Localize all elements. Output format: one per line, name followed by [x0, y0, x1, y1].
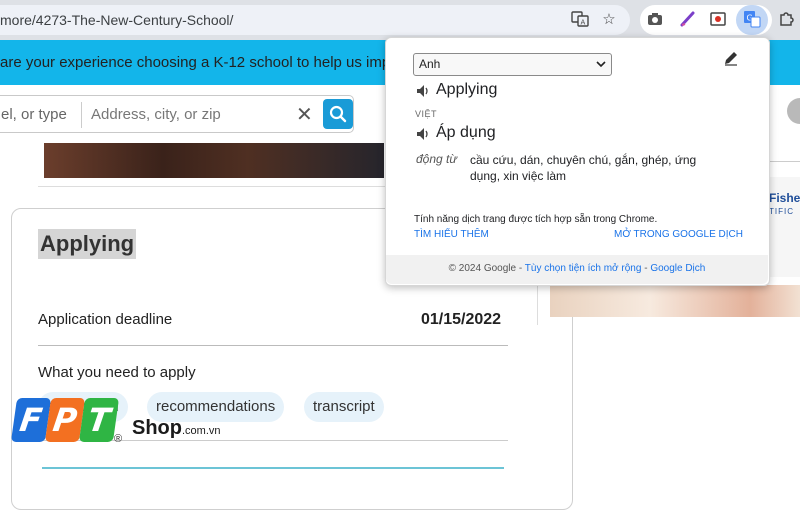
copyright-text: © 2024 Google: [448, 263, 517, 274]
address-bar[interactable]: more/4273-The-New-Century-School/: [0, 5, 630, 35]
browser-toolbar: more/4273-The-New-Century-School/ A ☆ G: [0, 0, 800, 40]
registered-mark: ®: [114, 433, 123, 445]
svg-text:A: A: [581, 19, 586, 27]
deadline-label: Application deadline: [38, 311, 173, 328]
star-icon[interactable]: ☆: [599, 9, 619, 29]
speaker-icon[interactable]: [416, 127, 430, 141]
learn-more-link[interactable]: TÌM HIỂU THÊM: [414, 229, 489, 240]
google-translate-link[interactable]: Google Dịch: [650, 263, 705, 274]
screenshot-icon[interactable]: [645, 9, 665, 29]
extension-options-link[interactable]: Tùy chọn tiện ích mở rộng: [525, 263, 642, 274]
source-text: Applying: [436, 81, 498, 98]
translate-popup-footer: © 2024 Google - Tùy chọn tiện ích mở rộn…: [386, 255, 768, 284]
ad-brand: Fisher: [769, 191, 800, 205]
school-photo: [44, 143, 384, 178]
search-divider: [81, 102, 82, 128]
divider: [38, 345, 508, 346]
location-search-input[interactable]: Address, city, or zip: [91, 106, 221, 123]
fpt-logo-p-letter: P: [50, 401, 80, 439]
puzzle-extensions-icon[interactable]: [776, 9, 796, 29]
school-search-input[interactable]: el, or type: [1, 106, 67, 123]
fpt-logo-t-letter: T: [85, 401, 113, 439]
alternative-translations: cầu cứu, dán, chuyên chú, gắn, ghép, ứng…: [470, 153, 697, 183]
shop-text: Shop: [132, 417, 182, 439]
fpt-logo-f-letter: F: [17, 401, 45, 439]
column-divider: [537, 285, 538, 325]
target-language-label: VIỆT: [415, 109, 438, 119]
ad-tagline: TIFIC: [769, 207, 794, 216]
google-translate-icon[interactable]: G: [742, 9, 762, 29]
edit-pencil-icon[interactable]: [722, 49, 740, 67]
search-icon: [329, 105, 347, 123]
banner-text: are your experience choosing a K-12 scho…: [0, 54, 432, 71]
deadline-value: 01/15/2022: [421, 311, 502, 328]
search-button[interactable]: [323, 99, 353, 129]
advertisement[interactable]: Fisher TIFIC: [767, 177, 800, 277]
school-search-bar: el, or type Address, city, or zip ✕: [0, 95, 354, 133]
card-title: Applying: [38, 229, 137, 259]
translate-info-text: Tính năng dịch trang được tích hợp sẵn t…: [414, 214, 658, 225]
accent-divider: [42, 467, 504, 469]
requirements-label: What you need to apply: [38, 364, 196, 381]
part-of-speech: động từ: [416, 152, 457, 166]
url-text[interactable]: more/4273-The-New-Century-School/: [0, 12, 233, 28]
requirement-chip: transcript: [304, 392, 384, 422]
divider: [38, 186, 386, 187]
media-extension-icon[interactable]: [709, 9, 729, 29]
translated-text: Áp dụng: [436, 124, 496, 141]
source-language-value: Anh: [419, 57, 441, 71]
pen-extension-icon[interactable]: [678, 9, 698, 29]
clear-icon[interactable]: ✕: [296, 102, 313, 127]
ad-image[interactable]: [550, 285, 800, 317]
speaker-icon[interactable]: [416, 84, 430, 98]
open-google-translate-link[interactable]: MỞ TRONG GOOGLE DỊCH: [614, 229, 743, 240]
divider: [767, 161, 800, 162]
shop-domain: .com.vn: [182, 425, 221, 437]
source-language-select[interactable]: Anh: [413, 53, 612, 76]
shop-watermark: Shop.com.vn: [132, 417, 221, 440]
avatar[interactable]: [787, 98, 800, 124]
chevron-down-icon: [596, 61, 606, 68]
translate-page-icon[interactable]: A: [570, 9, 590, 29]
